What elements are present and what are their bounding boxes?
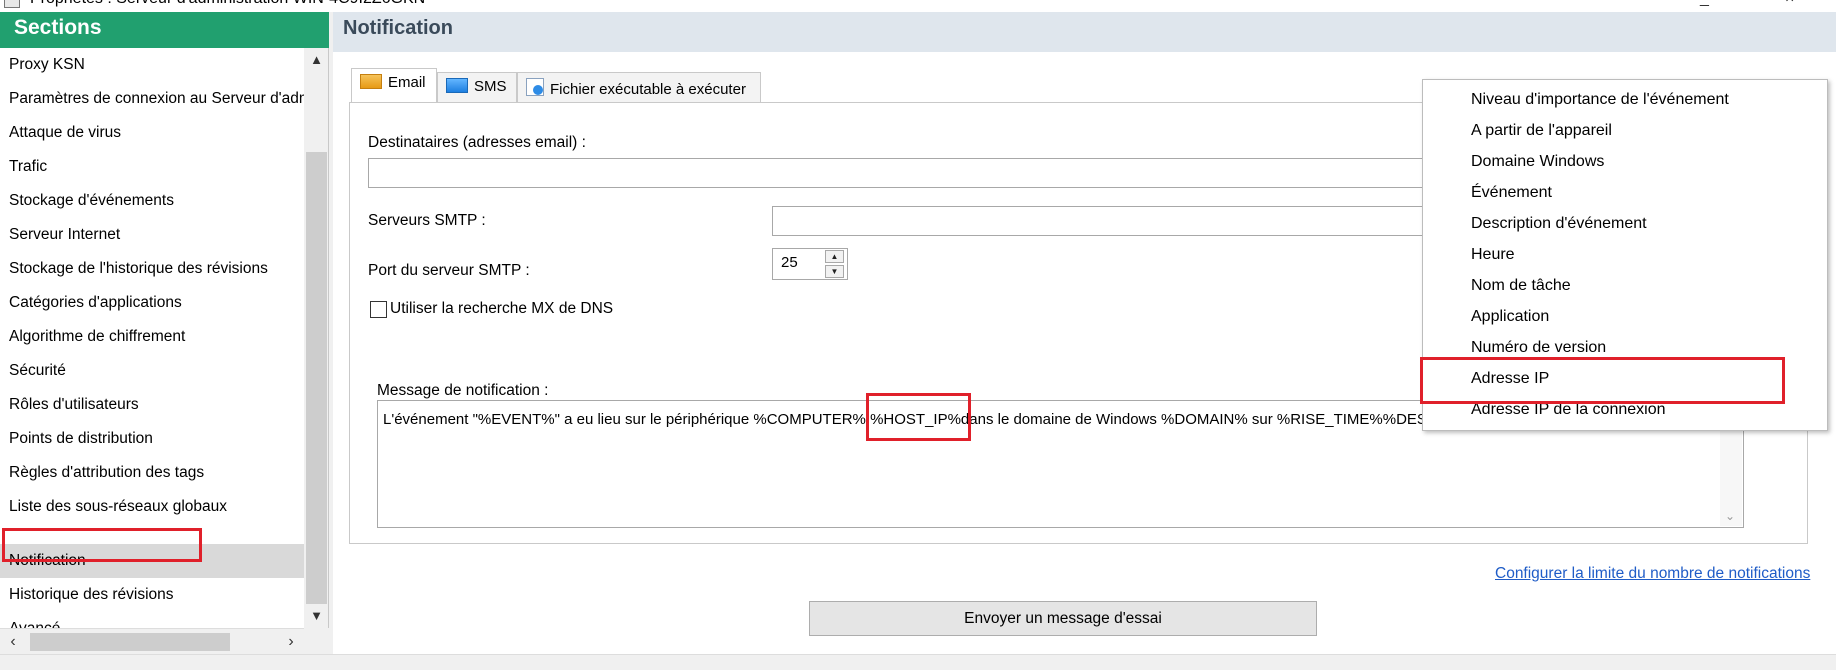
properties-window: Propriétés : Serveur d'administration WI… [0,0,1836,670]
stepper-down-icon[interactable]: ▼ [825,265,844,278]
stepper-buttons: ▲ ▼ [825,250,846,278]
limit-notifications-link[interactable]: Configurer la limite du nombre de notifi… [1495,565,1810,583]
menu-item-windows-domain[interactable]: Domaine Windows [1471,146,1604,177]
sections-list: Proxy KSN Paramètres de connexion au Ser… [0,48,329,628]
section-item-proxy-ksn[interactable]: Proxy KSN [0,48,304,82]
smtp-port-stepper[interactable]: 25 ▲ ▼ [772,248,848,280]
title-bar: Propriétés : Serveur d'administration WI… [0,0,1836,12]
mx-dns-label: Utiliser la recherche MX de DNS [390,300,614,317]
scroll-down-icon[interactable]: ▼ [304,604,328,628]
section-item-distribution-points[interactable]: Points de distribution [0,422,304,456]
window-icon [4,0,20,8]
menu-item-event-importance[interactable]: Niveau d'importance de l'événement [1471,84,1729,115]
scroll-thumb[interactable] [306,152,327,604]
section-item-tag-rules[interactable]: Règles d'attribution des tags [0,456,304,490]
mx-dns-checkbox[interactable] [370,301,387,318]
status-bar [0,654,1836,670]
close-icon[interactable]: × [1785,0,1794,8]
send-test-message-button[interactable]: Envoyer un message d'essai [809,601,1317,636]
sms-icon [446,78,468,93]
section-item-app-categories[interactable]: Catégories d'applications [0,286,304,320]
menu-item-connection-ip-address[interactable]: Adresse IP de la connexion [1471,394,1666,425]
tab-executable[interactable]: Fichier exécutable à exécuter [517,72,761,102]
menu-item-from-device[interactable]: A partir de l'appareil [1471,115,1612,146]
host-ip-token: %HOST_IP% [870,411,961,428]
section-item-event-storage[interactable]: Stockage d'événements [0,184,304,218]
message-text: L'événement "%EVENT%" a eu lieu sur le p… [383,411,1427,428]
section-item-traffic[interactable]: Trafic [0,150,304,184]
stepper-up-icon[interactable]: ▲ [825,250,844,263]
scroll-left-icon[interactable]: ‹ [0,629,26,655]
section-item-virus-attack[interactable]: Attaque de virus [0,116,304,150]
section-item-global-subnets[interactable]: Liste des sous-réseaux globaux [0,490,304,524]
section-item-revision-history[interactable]: Historique des révisions [0,578,304,612]
scroll-up-icon[interactable]: ▲ [304,48,328,72]
section-item-revision-history-storage[interactable]: Stockage de l'historique des révisions [0,252,304,286]
hscroll-thumb[interactable] [30,633,230,651]
page-title: Notification [333,12,1836,52]
recipients-input[interactable] [368,158,1468,188]
sections-horizontal-scrollbar[interactable]: ‹ › [0,628,304,654]
menu-item-application[interactable]: Application [1471,301,1549,332]
menu-item-ip-address[interactable]: Adresse IP [1471,363,1549,394]
section-item-web-server[interactable]: Serveur Internet [0,218,304,252]
smtp-servers-input[interactable] [772,206,1468,236]
executable-icon [526,78,544,96]
menu-item-version-number[interactable]: Numéro de version [1471,332,1606,363]
context-menu: Niveau d'importance de l'événement A par… [1422,79,1828,431]
smtp-label: Serveurs SMTP : [368,212,486,229]
sections-header: Sections [0,12,329,48]
section-item-user-roles[interactable]: Rôles d'utilisateurs [0,388,304,422]
chevron-down-icon[interactable]: ⌄ [1725,509,1735,523]
mail-icon [360,74,382,89]
section-item-connection-params[interactable]: Paramètres de connexion au Serveur d'adm [0,82,304,116]
tab-email[interactable]: Email [351,68,437,102]
window-title: Propriétés : Serveur d'administration WI… [30,0,425,8]
recipients-label: Destinataires (adresses email) : [368,134,586,151]
message-label: Message de notification : [377,382,549,399]
menu-item-event-description[interactable]: Description d'événement [1471,208,1647,239]
section-item-security[interactable]: Sécurité [0,354,304,388]
section-item-encryption-algorithm[interactable]: Algorithme de chiffrement [0,320,304,354]
smtp-port-value: 25 [781,254,798,271]
smtp-port-label: Port du serveur SMTP : [368,262,530,279]
tab-sms[interactable]: SMS [437,72,517,102]
menu-item-time[interactable]: Heure [1471,239,1515,270]
menu-item-event[interactable]: Événement [1471,177,1552,208]
minimize-icon[interactable]: _ [1700,0,1709,8]
section-item-advanced[interactable]: Avancé [0,612,304,628]
sections-vertical-scrollbar[interactable]: ▲ ▼ [304,48,328,628]
scroll-right-icon[interactable]: › [278,629,304,655]
section-item-notification[interactable]: Notification [0,544,304,578]
menu-item-task-name[interactable]: Nom de tâche [1471,270,1571,301]
